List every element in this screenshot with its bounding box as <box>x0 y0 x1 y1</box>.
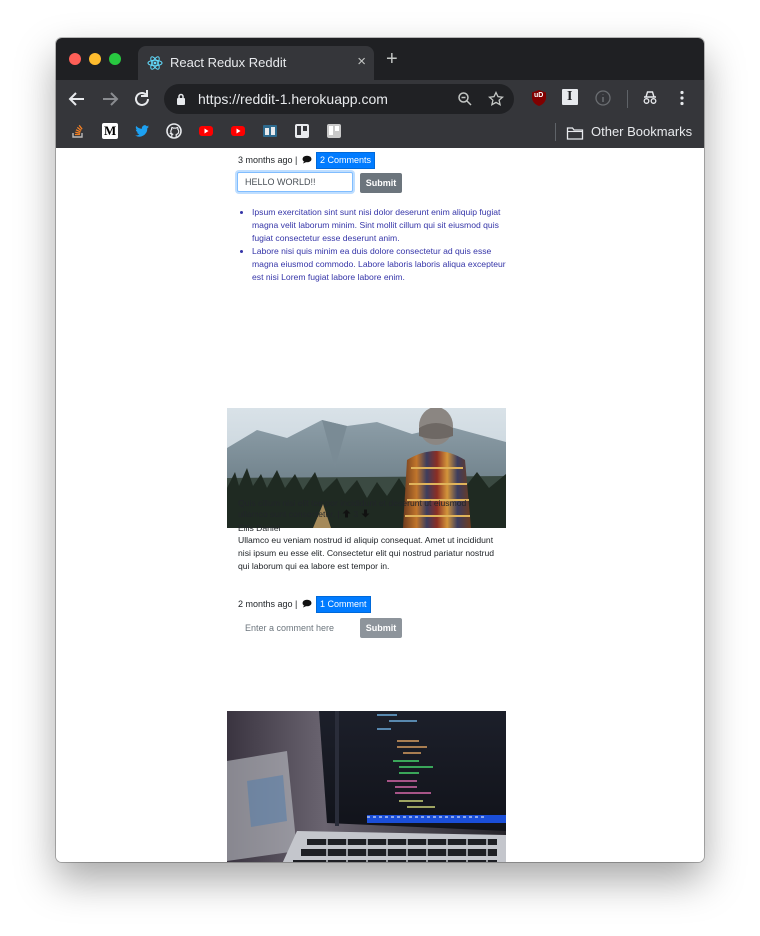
star-icon[interactable] <box>488 91 504 107</box>
post-2-author: Ellis Daniel <box>238 523 281 533</box>
youtube-icon[interactable] <box>198 123 214 139</box>
stackoverflow-icon[interactable] <box>70 123 86 139</box>
post-2-time: 2 months ago | <box>238 599 298 609</box>
post-1-submit-button[interactable]: Submit <box>360 173 402 193</box>
github-icon[interactable] <box>166 123 182 139</box>
trello-icon[interactable] <box>294 123 310 139</box>
incognito-icon[interactable] <box>641 89 659 107</box>
post-2-title: Quis cillum nisi elit tempor incididunt … <box>238 498 467 519</box>
readwise-icon[interactable] <box>262 123 278 139</box>
url-text: https://reddit-1.herokuapp.com <box>198 91 388 107</box>
tab-close-icon[interactable]: × <box>357 53 366 70</box>
tab-title: React Redux Reddit <box>170 55 287 70</box>
post-1-comment-list: Ipsum exercitation sint sunt nisi dolor … <box>238 206 508 284</box>
comment-item: Ipsum exercitation sint sunt nisi dolor … <box>252 206 508 245</box>
upvote-icon[interactable] <box>342 509 351 518</box>
forward-icon[interactable] <box>99 88 121 110</box>
zoom-icon[interactable] <box>457 91 473 107</box>
bookmarks-bar: M Other Bookmarks <box>56 118 704 149</box>
bookmarks-divider <box>555 123 556 141</box>
post-1-comment-input[interactable] <box>237 172 353 192</box>
post-2-vote-count: 3 <box>353 509 359 519</box>
comment-icon <box>302 155 312 164</box>
youtube-icon[interactable] <box>230 123 246 139</box>
post-2-meta: 2 months ago | <box>238 599 312 609</box>
ublock-icon[interactable]: uD <box>530 89 548 107</box>
medium-icon[interactable]: M <box>102 123 118 139</box>
post-2-comments-badge[interactable]: 1 Comment <box>316 596 371 613</box>
address-bar[interactable]: https://reddit-1.herokuapp.com <box>164 84 514 114</box>
post-1-time: 3 months ago | <box>238 155 298 165</box>
minimize-window-button[interactable] <box>89 53 101 65</box>
trello-icon[interactable] <box>326 123 342 139</box>
instapaper-icon[interactable]: I <box>562 89 578 105</box>
page-content: 3 months ago | 2 Comments Submit Ipsum e… <box>56 148 704 862</box>
reload-icon[interactable] <box>131 88 153 110</box>
downvote-icon[interactable] <box>361 509 370 518</box>
twitter-icon[interactable] <box>134 123 150 139</box>
info-icon[interactable] <box>594 89 612 107</box>
other-bookmarks-label: Other Bookmarks <box>591 124 693 139</box>
tab-strip: React Redux Reddit × + <box>56 38 704 80</box>
post-2-comment-input[interactable] <box>237 618 353 638</box>
back-icon[interactable] <box>66 88 88 110</box>
react-icon <box>147 56 163 70</box>
post-1-meta: 3 months ago | <box>238 155 312 165</box>
new-tab-button[interactable]: + <box>386 49 398 69</box>
laptop-code-photo <box>227 711 506 862</box>
close-window-button[interactable] <box>69 53 81 65</box>
post-1-comments-badge[interactable]: 2 Comments <box>316 152 376 169</box>
menu-icon[interactable] <box>673 89 691 107</box>
toolbar-divider <box>627 90 628 108</box>
zoom-window-button[interactable] <box>109 53 121 65</box>
folder-icon <box>566 127 584 140</box>
tab-react-redux-reddit[interactable]: React Redux Reddit × <box>138 46 374 80</box>
toolbar: https://reddit-1.herokuapp.com uD I <box>56 80 704 118</box>
browser-window: React Redux Reddit × + https://reddit-1.… <box>56 38 704 862</box>
comment-item: Labore nisi quis minim ea duis dolore co… <box>252 245 508 284</box>
post-2-body: Ullamco eu veniam nostrud id aliquip con… <box>238 535 495 571</box>
lock-icon <box>177 93 185 105</box>
comment-icon <box>302 599 312 608</box>
post-2-submit-button[interactable]: Submit <box>360 618 402 638</box>
